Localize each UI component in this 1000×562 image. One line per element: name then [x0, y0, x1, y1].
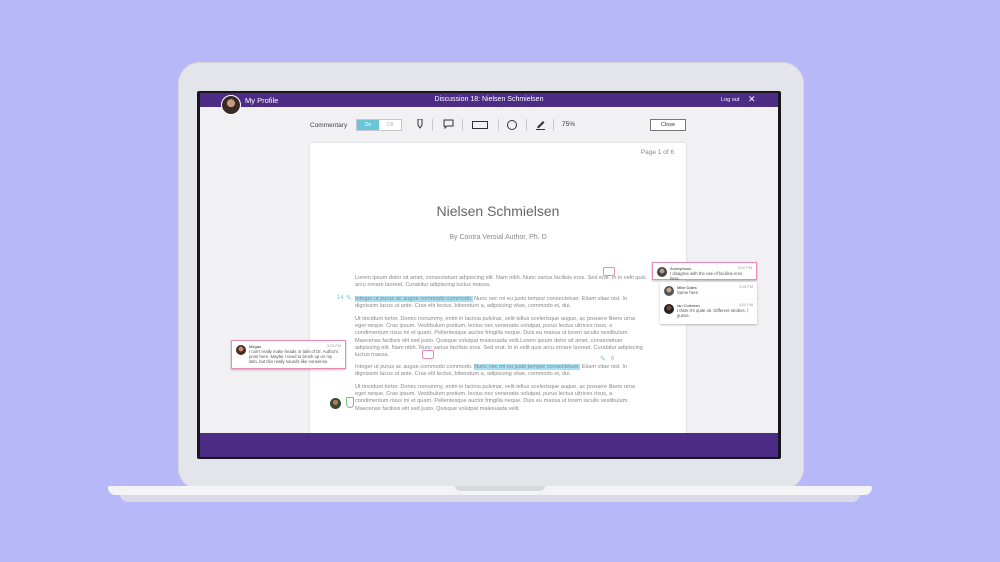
bookmark-icon[interactable]	[346, 397, 354, 408]
page-title: Discussion 18: Nielsen Schmielsen	[434, 96, 544, 103]
comment-time: 3:15 PM	[738, 285, 753, 289]
comment-time: 3:00 PM	[738, 303, 753, 307]
laptop-base-shadow	[120, 494, 860, 502]
divider	[553, 119, 554, 131]
line-number: 14	[337, 295, 344, 301]
bottom-bar	[200, 433, 778, 457]
avatar	[664, 286, 674, 296]
pen-icon[interactable]	[535, 119, 546, 132]
rectangle-icon[interactable]	[472, 121, 488, 129]
comment-time: 3:20 PM	[737, 266, 752, 270]
comment-icon[interactable]	[422, 350, 434, 359]
divider	[432, 119, 433, 131]
pencil-icon[interactable]: ✎	[600, 355, 606, 363]
toggle-on[interactable]: On	[357, 120, 379, 130]
paragraph[interactable]: Ut tincidunt tortor. Donec nonummy, enim…	[355, 316, 647, 359]
paragraph[interactable]: Integer ut purus ac augue commodo commod…	[355, 364, 647, 378]
paragraph[interactable]: Lorem ipsum dolor sit amet, consectetuer…	[355, 275, 647, 289]
avatar[interactable]	[330, 398, 341, 409]
speech-bubble-icon[interactable]	[443, 119, 454, 131]
commentary-label: Commentary	[310, 122, 348, 129]
comment-text: Same here.	[677, 290, 700, 295]
page-indicator: Page 1 of 6	[640, 149, 674, 156]
paragraph[interactable]: Ut tincidunt tortor. Donec nonummy, enim…	[355, 384, 647, 413]
comment-card[interactable]: Ian Coleman 3:00 PM I think it's quite o…	[660, 300, 757, 324]
comment-text: I disagree with the use of facilisis ero…	[670, 271, 743, 281]
toggle-off[interactable]: Off	[379, 120, 401, 130]
top-bar: My Profile Discussion 18: Nielsen Schmie…	[200, 93, 778, 107]
pencil-icon[interactable]: ✎	[346, 294, 352, 302]
zoom-level[interactable]: 75%	[562, 121, 575, 128]
paragraph-text: Integer ut purus ac augue commodo commod…	[355, 364, 475, 370]
document-title: Nielsen Schmielsen	[436, 203, 560, 219]
avatar	[236, 345, 246, 355]
comment-text: I think it's quite ok. Different strokes…	[677, 308, 749, 318]
line-number: 6	[611, 356, 615, 362]
toolbar: Commentary On Off 75% Close	[200, 107, 778, 141]
divider	[462, 119, 463, 131]
highlighted-text[interactable]: Nunc nec mi eu justo tempor consectetuer…	[474, 364, 581, 370]
divider	[498, 119, 499, 131]
comment-card[interactable]: Mike Dales 3:15 PM Same here.	[660, 282, 757, 300]
circle-icon[interactable]	[507, 120, 517, 130]
highlighter-icon[interactable]	[416, 118, 424, 131]
divider	[526, 119, 527, 131]
laptop-notch	[455, 486, 545, 491]
avatar	[664, 304, 674, 314]
logout-link[interactable]: Log out	[721, 97, 739, 103]
comment-time: 3:23 PM	[326, 344, 341, 348]
paragraph[interactable]: Integer ut purus ac augue commodo commod…	[355, 296, 647, 310]
comment-card[interactable]: Anonymous 3:20 PM I disagree with the us…	[652, 262, 757, 281]
comment-card[interactable]: Megan 3:23 PM I can't really make heads …	[231, 340, 346, 369]
avatar	[657, 267, 667, 277]
document-page: Page 1 of 6 Nielsen Schmielsen By Contra…	[310, 143, 686, 435]
comment-icon[interactable]	[603, 267, 615, 276]
commentary-toggle[interactable]: On Off	[356, 119, 402, 131]
close-button[interactable]: Close	[650, 119, 686, 131]
comment-text: I can't really make heads or tails of Dr…	[249, 349, 339, 364]
close-icon[interactable]: ✕	[748, 94, 756, 105]
highlighted-text[interactable]: Integer ut purus ac augue commodo commod…	[355, 296, 473, 302]
document-byline: By Contra Versial Author, Ph. D	[449, 234, 547, 241]
